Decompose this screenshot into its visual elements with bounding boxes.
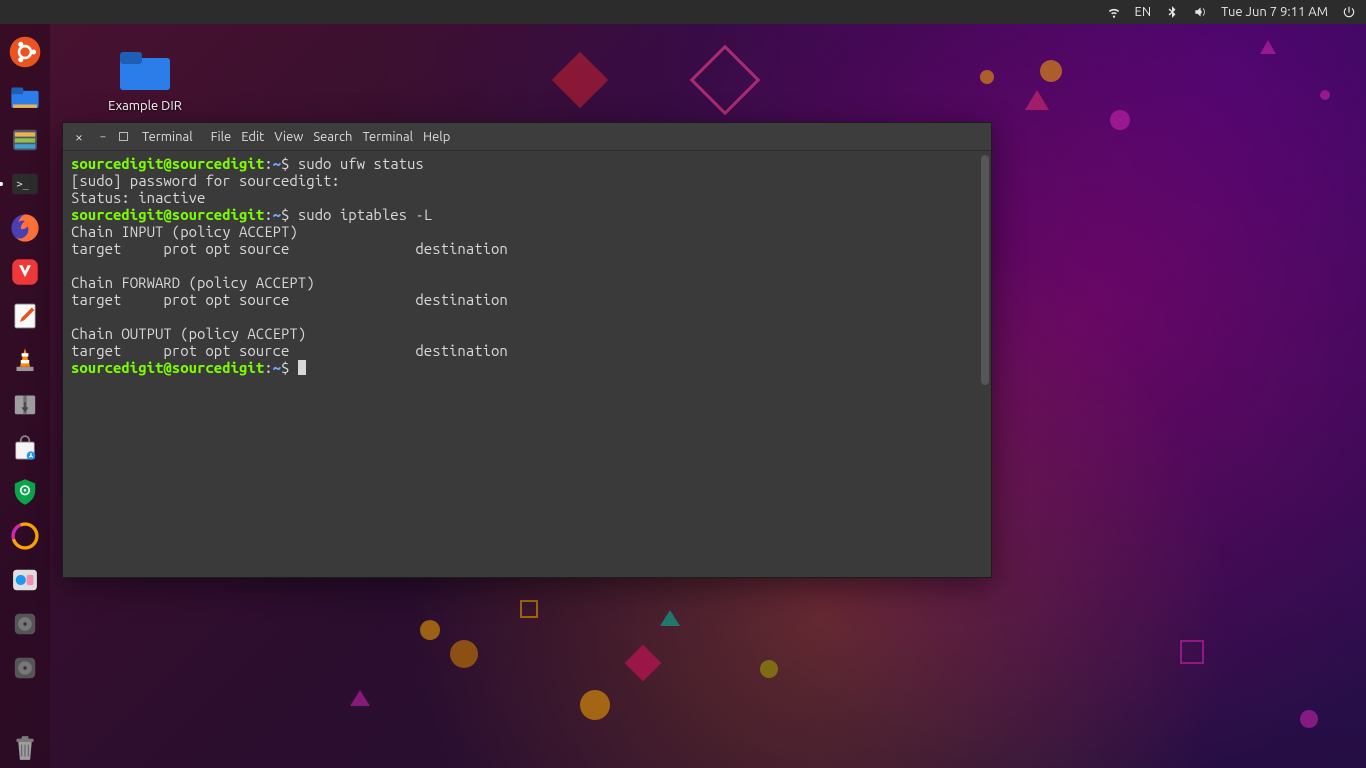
session-indicator[interactable]: [1342, 5, 1356, 19]
dock-trash[interactable]: [5, 728, 45, 768]
dock-text-editor[interactable]: [5, 296, 45, 336]
terminal-output: sourcedigit@sourcedigit:~$ sudo ufw stat…: [71, 155, 983, 376]
folder-icon: [118, 48, 172, 94]
menu-view[interactable]: View: [274, 130, 303, 144]
archive-icon: [8, 387, 42, 421]
menu-search[interactable]: Search: [313, 130, 352, 144]
wifi-icon: [1107, 5, 1121, 19]
shopping-bag-icon: [8, 431, 42, 465]
vivaldi-icon: [8, 255, 42, 289]
window-maximize-button[interactable]: [119, 132, 128, 141]
volume-icon: [1193, 5, 1207, 19]
window-title: Terminal: [142, 130, 193, 144]
menu-file[interactable]: File: [211, 130, 232, 144]
dock-vlc[interactable]: [5, 340, 45, 380]
dock-archive-manager[interactable]: [5, 384, 45, 424]
dock-file-manager-alt[interactable]: [5, 120, 45, 160]
window-close-button[interactable]: [71, 129, 87, 145]
dock-files[interactable]: [5, 76, 45, 116]
window-titlebar[interactable]: Terminal File Edit View Search Terminal …: [63, 123, 991, 151]
disk-icon: [8, 651, 42, 685]
language-indicator[interactable]: EN: [1135, 5, 1152, 19]
firefox-icon: [8, 211, 42, 245]
dock-firefox[interactable]: [5, 208, 45, 248]
top-panel: EN Tue Jun 7 9:11 AM: [0, 0, 1366, 24]
terminal-body[interactable]: sourcedigit@sourcedigit:~$ sudo ufw stat…: [63, 151, 991, 577]
gear-shield-icon: [8, 475, 42, 509]
desktop-folder-example-dir[interactable]: Example DIR: [100, 48, 190, 113]
menu-terminal[interactable]: Terminal: [362, 130, 413, 144]
trash-icon: [8, 731, 42, 765]
vlc-icon: [8, 343, 42, 377]
dock-software-updater[interactable]: [5, 428, 45, 468]
power-icon: [1342, 5, 1356, 19]
bluetooth-indicator[interactable]: [1165, 5, 1179, 19]
sync-icon: [8, 519, 42, 553]
dock-vivaldi[interactable]: [5, 252, 45, 292]
window-menubar: File Edit View Search Terminal Help: [211, 130, 451, 144]
terminal-icon: >_: [8, 167, 42, 201]
svg-text:>_: >_: [17, 179, 30, 190]
text-editor-icon: [8, 299, 42, 333]
desktop-folder-label: Example DIR: [100, 99, 190, 113]
sound-indicator[interactable]: [1193, 5, 1207, 19]
dock-terminal[interactable]: >_: [5, 164, 45, 204]
dock-ubuntu-dash[interactable]: [5, 32, 45, 72]
dock-disk-utility[interactable]: [5, 604, 45, 644]
window-minimize-button[interactable]: [95, 129, 111, 145]
drawer-icon: [8, 123, 42, 157]
web-app-icon: [8, 563, 42, 597]
disk-icon: [8, 607, 42, 641]
launcher-dock: >_: [0, 24, 50, 768]
terminal-window: Terminal File Edit View Search Terminal …: [62, 122, 992, 578]
dock-system-settings[interactable]: [5, 472, 45, 512]
ubuntu-icon: [8, 35, 42, 69]
terminal-scrollbar[interactable]: [981, 155, 989, 385]
menu-help[interactable]: Help: [423, 130, 450, 144]
dock-sync-app[interactable]: [5, 516, 45, 556]
dock-disk-utility-2[interactable]: [5, 648, 45, 688]
files-icon: [8, 79, 42, 113]
dock-web-app[interactable]: [5, 560, 45, 600]
bluetooth-icon: [1165, 5, 1179, 19]
menu-edit[interactable]: Edit: [241, 130, 264, 144]
clock[interactable]: Tue Jun 7 9:11 AM: [1221, 5, 1328, 19]
network-indicator[interactable]: [1107, 5, 1121, 19]
